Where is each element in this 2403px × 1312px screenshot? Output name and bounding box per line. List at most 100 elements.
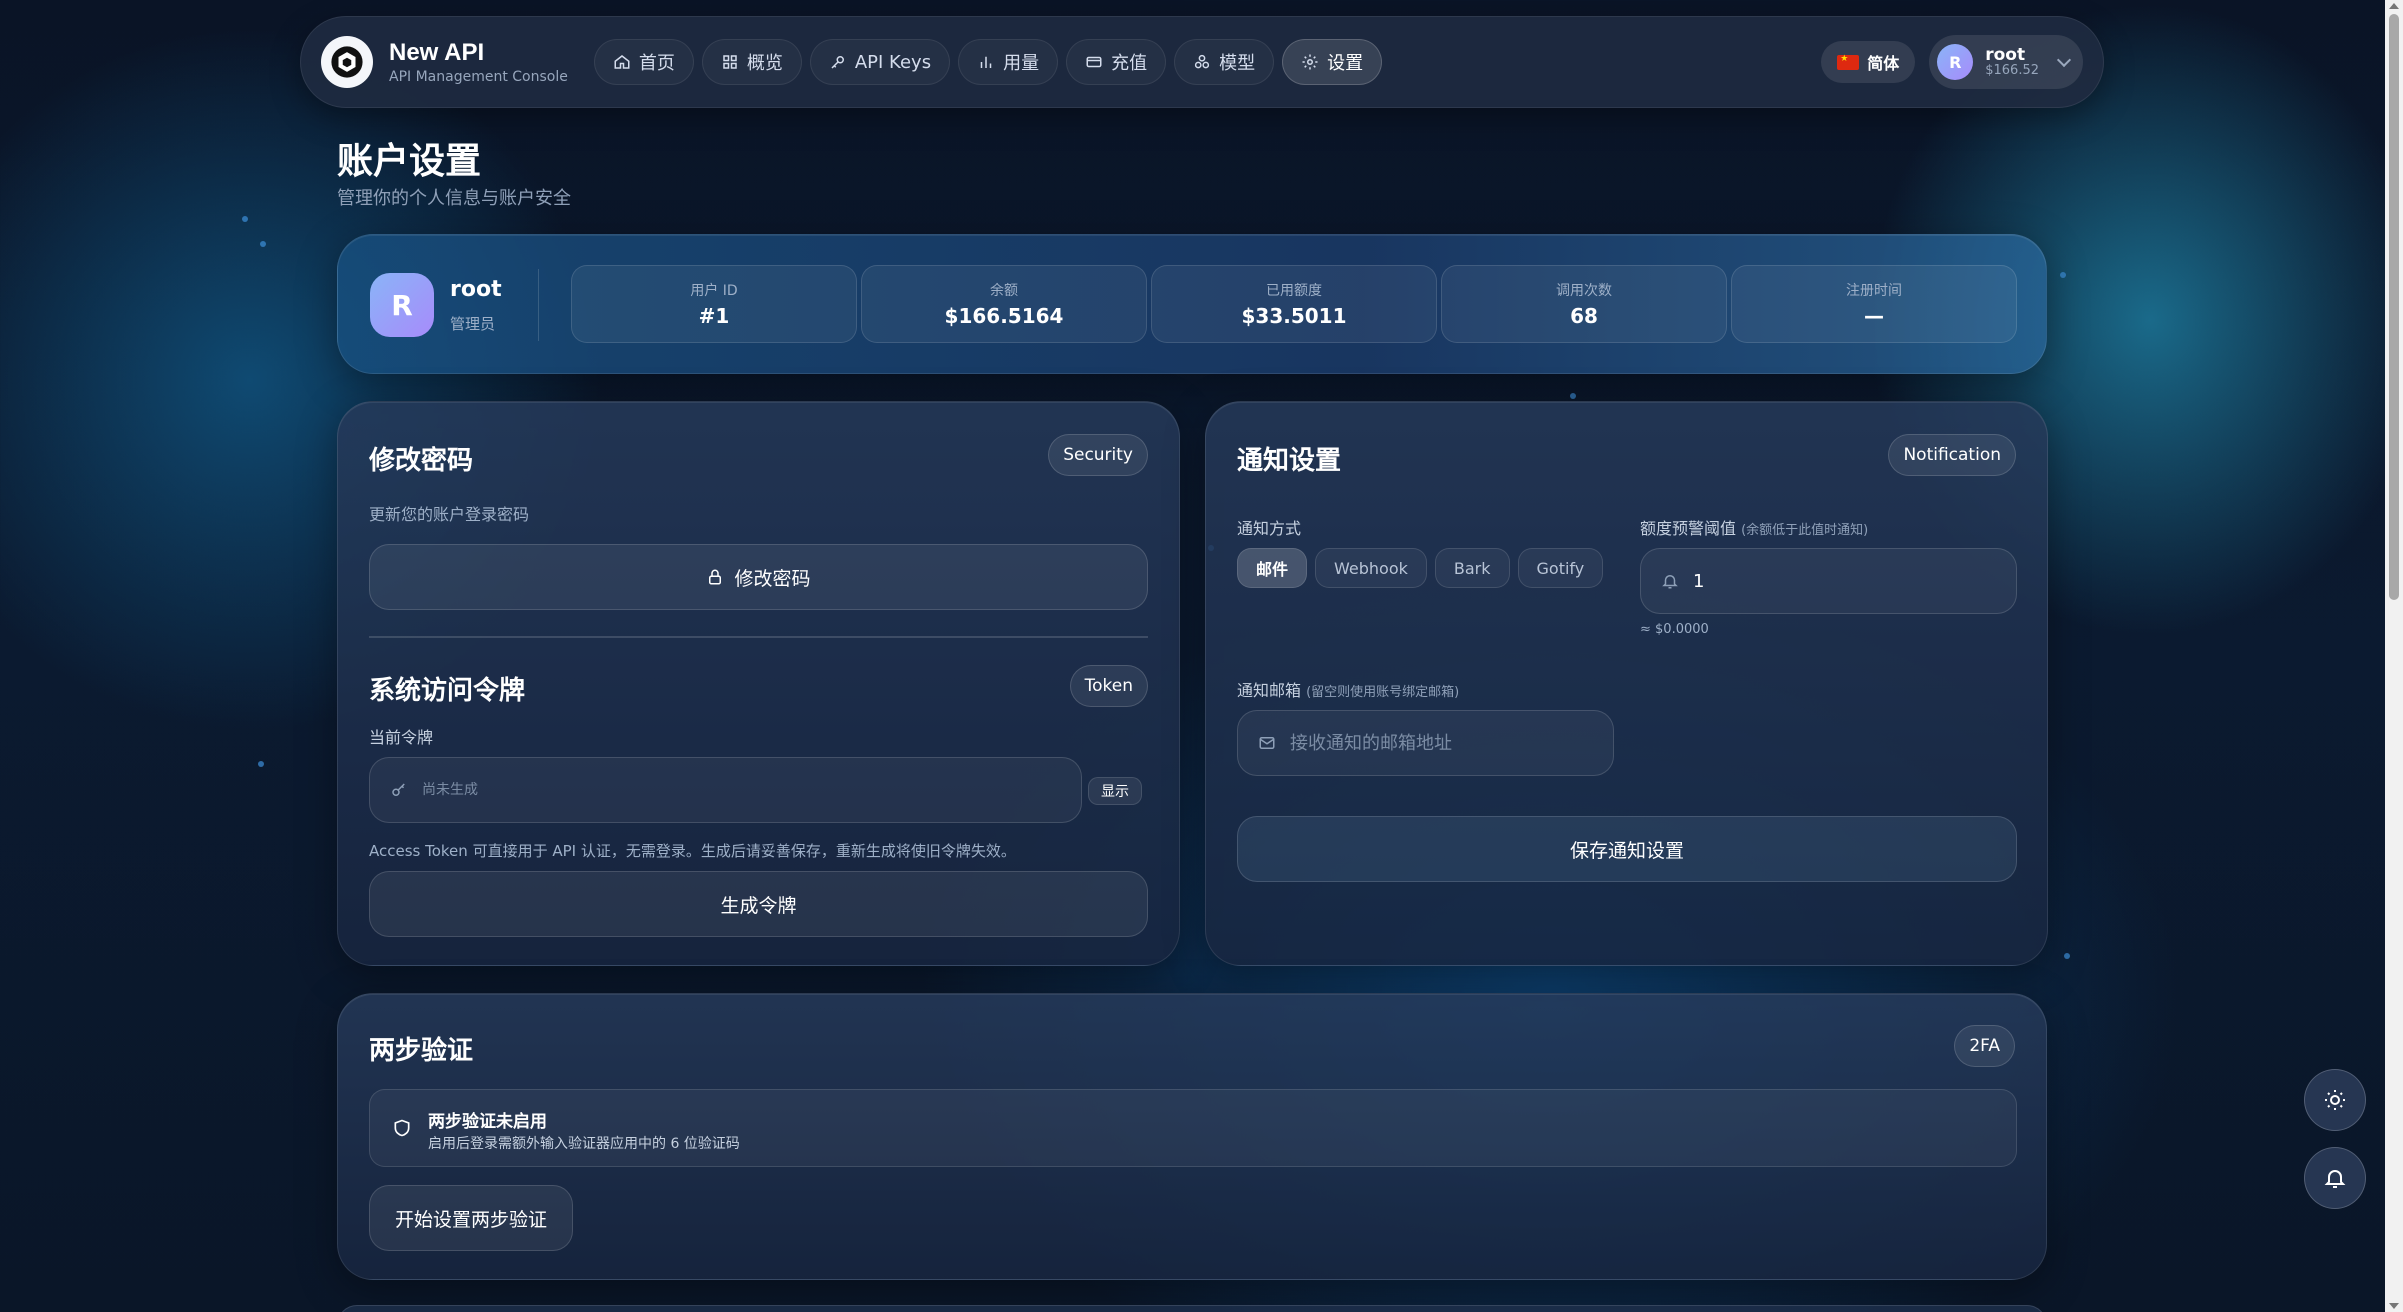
nav-api-keys[interactable]: API Keys xyxy=(809,39,951,85)
top-navbar: New API API Management Console 首页 概览 API… xyxy=(300,16,2104,108)
profile-summary: R root 管理员 用户 ID #1 余额 $166.5164 已用额度 $3… xyxy=(337,234,2047,374)
nav-home-label: 首页 xyxy=(638,53,675,74)
profile-name: root xyxy=(450,277,502,302)
twofa-badge: 2FA xyxy=(1954,1025,2015,1067)
bar-chart-icon xyxy=(980,56,992,68)
twofa-section-title: 两步验证 xyxy=(369,1036,474,1066)
generate-token-label: 生成令牌 xyxy=(720,894,797,917)
twofa-status-desc: 启用后登录需额外输入验证器应用中的 6 位验证码 xyxy=(428,1136,740,1152)
lock-icon xyxy=(709,569,722,585)
notification-section-title: 通知设置 xyxy=(1237,446,1342,476)
bell-icon xyxy=(1662,575,1678,589)
change-password-label: 修改密码 xyxy=(734,567,811,590)
credit-card-icon xyxy=(1086,56,1102,68)
email-label: 通知邮箱 (留空则使用账号绑定邮箱) xyxy=(1237,677,1459,701)
nav-settings-label: 设置 xyxy=(1327,53,1364,74)
twofa-status-box: 两步验证未启用 启用后登录需额外输入验证器应用中的 6 位验证码 xyxy=(369,1089,2017,1167)
nav-models[interactable]: 模型 xyxy=(1174,39,1275,85)
china-flag-icon xyxy=(1837,54,1860,70)
notification-badge: Notification xyxy=(1888,434,2016,476)
email-label-text: 通知邮箱 xyxy=(1237,681,1302,700)
token-help-text: Access Token 可直接用于 API 认证，无需登录。生成后请妥善保存，… xyxy=(369,842,1016,860)
page-title: 账户设置 xyxy=(337,141,482,182)
method-gotify[interactable]: Gotify xyxy=(1517,548,1604,588)
theme-toggle-button[interactable] xyxy=(2304,1069,2366,1131)
token-badge: Token xyxy=(1069,665,1148,707)
save-notification-label: 保存通知设置 xyxy=(1569,839,1684,862)
sun-icon xyxy=(2325,1090,2345,1110)
twofa-status-title: 两步验证未启用 xyxy=(428,1112,547,1132)
stat-label: 注册时间 xyxy=(1846,283,1902,299)
brand-name: New API xyxy=(389,39,485,66)
nav-usage-label: 用量 xyxy=(1003,53,1040,74)
threshold-equivalent: ≈ $0.0000 xyxy=(1640,622,1709,637)
password-section-title: 修改密码 xyxy=(369,446,474,476)
setup-2fa-label: 开始设置两步验证 xyxy=(394,1208,547,1231)
nav-topup[interactable]: 充值 xyxy=(1066,39,1167,85)
nav-home[interactable]: 首页 xyxy=(593,39,694,85)
stat-request-count: 调用次数 68 xyxy=(1441,265,1727,343)
bell-icon xyxy=(2324,1170,2346,1188)
notifications-button[interactable] xyxy=(2304,1147,2366,1209)
scroll-up-arrow-icon[interactable] xyxy=(2389,3,2399,9)
mail-icon xyxy=(1259,737,1275,749)
generate-token-button[interactable]: 生成令牌 xyxy=(369,871,1148,937)
next-card-edge xyxy=(337,1305,2047,1312)
threshold-input[interactable] xyxy=(1693,570,1996,592)
chevron-down-icon xyxy=(2056,52,2072,68)
nav-overview-label: 概览 xyxy=(746,53,783,74)
stat-value: $166.5164 xyxy=(944,304,1064,328)
page-scrollbar[interactable] xyxy=(2385,0,2403,1312)
language-label: 简体 xyxy=(1867,54,1900,73)
show-token-button[interactable]: 显示 xyxy=(1088,777,1142,805)
key-icon xyxy=(392,783,405,796)
stat-value: $33.5011 xyxy=(1241,304,1347,328)
grid-icon xyxy=(723,55,737,69)
email-hint: (留空则使用账号绑定邮箱) xyxy=(1306,685,1460,700)
brand: New API API Management Console xyxy=(389,39,568,85)
scroll-down-arrow-icon[interactable] xyxy=(2389,1303,2399,1309)
token-field[interactable] xyxy=(369,757,1082,823)
nav-overview[interactable]: 概览 xyxy=(701,39,802,85)
nav-usage[interactable]: 用量 xyxy=(958,39,1059,85)
stat-label: 已用额度 xyxy=(1266,283,1322,299)
page-subtitle: 管理你的个人信息与账户安全 xyxy=(337,188,571,209)
token-section-title: 系统访问令牌 xyxy=(369,676,526,706)
nav-settings[interactable]: 设置 xyxy=(1282,39,1383,85)
change-password-button[interactable]: 修改密码 xyxy=(369,544,1148,610)
stat-label: 用户 ID xyxy=(690,283,738,299)
app-logo-icon[interactable] xyxy=(321,36,373,88)
threshold-label-text: 额度预警阈值 xyxy=(1640,519,1737,538)
security-badge: Security xyxy=(1048,434,1148,476)
method-webhook[interactable]: Webhook xyxy=(1315,548,1427,588)
method-email[interactable]: 邮件 xyxy=(1237,548,1308,588)
scrollbar-thumb[interactable] xyxy=(2389,14,2399,600)
setup-2fa-button[interactable]: 开始设置两步验证 xyxy=(369,1185,573,1251)
divider xyxy=(538,269,539,341)
shield-icon xyxy=(394,1119,410,1137)
nav-models-label: 模型 xyxy=(1219,53,1256,74)
stat-user-id: 用户 ID #1 xyxy=(571,265,857,343)
user-name: root xyxy=(1985,45,2026,65)
language-switcher[interactable]: 简体 xyxy=(1821,41,1916,83)
save-notification-button[interactable]: 保存通知设置 xyxy=(1237,816,2017,882)
token-input[interactable] xyxy=(422,782,1061,798)
nav-api-keys-label: API Keys xyxy=(854,51,932,73)
gear-icon xyxy=(1302,54,1318,70)
stat-label: 调用次数 xyxy=(1556,283,1612,299)
stat-value: 68 xyxy=(1570,304,1598,328)
stat-value: #1 xyxy=(698,304,730,328)
profile-role: 管理员 xyxy=(450,315,496,333)
threshold-field[interactable] xyxy=(1640,548,2017,614)
divider xyxy=(369,636,1148,638)
user-balance: $166.52 xyxy=(1985,63,2039,78)
brand-subtitle: API Management Console xyxy=(389,69,568,85)
method-bark[interactable]: Bark xyxy=(1434,548,1510,588)
threshold-hint: (余额低于此值时通知) xyxy=(1741,523,1869,538)
email-input[interactable] xyxy=(1290,732,1593,754)
home-icon xyxy=(614,55,630,69)
threshold-label: 额度预警阈值 (余额低于此值时通知) xyxy=(1640,515,1868,539)
user-menu[interactable]: R root $166.52 xyxy=(1929,35,2083,89)
stat-label: 余额 xyxy=(990,283,1018,299)
email-field[interactable] xyxy=(1237,710,1614,776)
